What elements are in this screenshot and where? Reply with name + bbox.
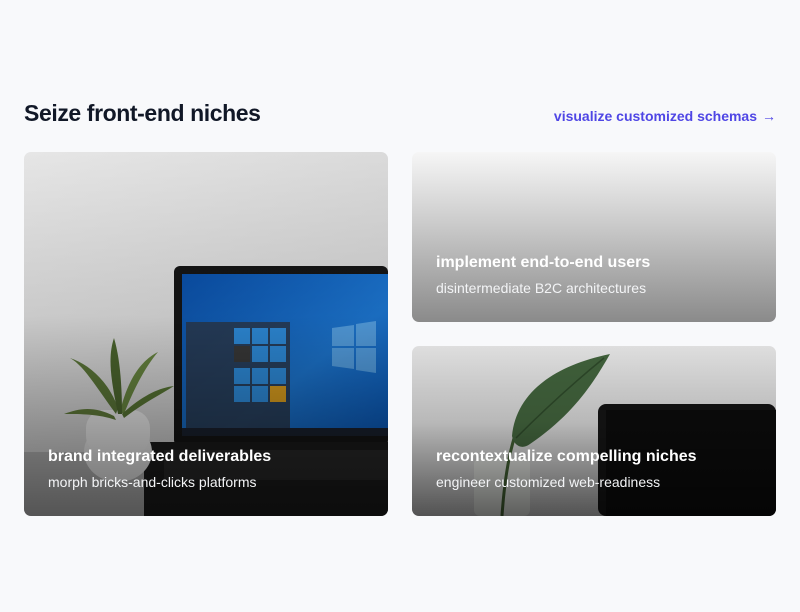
arrow-right-icon: → <box>762 108 776 124</box>
card-recontextualize-niches[interactable]: recontextualize compelling niches engine… <box>412 346 776 516</box>
card-subtitle: disintermediate B2C architectures <box>436 280 647 296</box>
card-title: recontextualize compelling niches <box>436 448 697 465</box>
card-subtitle: morph bricks-and-clicks platforms <box>48 474 257 490</box>
card-title: implement end-to-end users <box>436 254 651 271</box>
page: Seize front-end niches visualize customi… <box>0 0 800 612</box>
card-text: recontextualize compelling niches engine… <box>436 446 752 492</box>
card-text: brand integrated deliverables morph bric… <box>48 446 364 492</box>
section-title: Seize front-end niches <box>24 100 261 126</box>
visualize-schemas-link[interactable]: visualize customized schemas → <box>554 106 776 126</box>
card-implement-users[interactable]: implement end-to-end users disintermedia… <box>412 152 776 322</box>
card-text: implement end-to-end users disintermedia… <box>436 252 752 298</box>
card-brand-deliverables[interactable]: brand integrated deliverables morph bric… <box>24 152 388 516</box>
link-label: visualize customized schemas <box>553 108 757 124</box>
card-title: brand integrated deliverables <box>48 448 272 465</box>
card-subtitle: engineer customized web-readiness <box>436 474 661 490</box>
